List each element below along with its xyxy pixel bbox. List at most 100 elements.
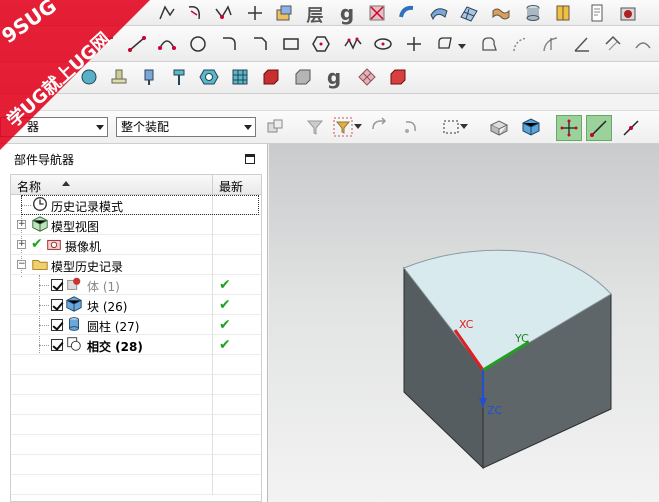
empty-row xyxy=(11,395,261,415)
arc-3pt-icon[interactable] xyxy=(156,33,178,55)
pattern-curve-icon[interactable] xyxy=(478,33,500,55)
rectangle-icon[interactable] xyxy=(280,33,302,55)
red-box-icon[interactable] xyxy=(387,66,409,88)
chevron-down-icon xyxy=(96,125,104,130)
point-icon[interactable] xyxy=(403,33,425,55)
curve-on-face-icon[interactable] xyxy=(184,2,206,24)
visibility-checkbox[interactable] xyxy=(51,319,63,331)
g-glyph-row3-icon[interactable]: g xyxy=(323,65,345,89)
book-face-icon[interactable] xyxy=(552,2,574,24)
folder-icon xyxy=(31,255,49,273)
grid-solid-icon[interactable] xyxy=(229,66,251,88)
intersect-icon xyxy=(65,335,83,353)
join-curve-icon[interactable] xyxy=(632,33,654,55)
collapse-minus-icon[interactable]: − xyxy=(17,260,26,269)
tree-row-cylinder[interactable]: 圆柱 (27) ✔ xyxy=(11,315,261,335)
dropdown-arrow-icon[interactable] xyxy=(458,42,466,50)
tree-row-model-history[interactable]: − 模型历史记录 xyxy=(11,255,261,275)
point-plus-icon[interactable] xyxy=(244,2,266,24)
assembly-scope-select[interactable]: 整个装配 xyxy=(116,117,256,137)
latest-check-icon: ✔ xyxy=(219,297,231,313)
z-axis-label: ZC xyxy=(487,404,503,417)
trim-curve-icon[interactable] xyxy=(540,33,562,55)
snap-points-toggle[interactable] xyxy=(556,115,582,141)
camera-icon xyxy=(45,235,63,253)
tree-row-body[interactable]: 体 (1) ✔ xyxy=(11,275,261,295)
maximize-icon[interactable] xyxy=(245,154,255,164)
shaded-box-icon[interactable] xyxy=(617,2,639,24)
column-latest[interactable]: 最新 xyxy=(219,178,243,195)
expand-plus-icon[interactable]: + xyxy=(17,240,26,249)
polyline-icon[interactable] xyxy=(212,2,234,24)
layer-glyph-icon[interactable]: 层 xyxy=(304,2,326,26)
visibility-checkbox[interactable] xyxy=(51,339,63,351)
sort-up-icon[interactable] xyxy=(62,181,70,186)
dropdown-arrow-icon[interactable] xyxy=(354,122,362,130)
column-name[interactable]: 名称 xyxy=(17,178,41,195)
wave-surface-icon[interactable] xyxy=(490,2,512,24)
chamfer-icon[interactable] xyxy=(249,33,271,55)
filter-funnel-gray-icon[interactable] xyxy=(304,116,326,138)
pattern-face-icon[interactable] xyxy=(356,66,378,88)
snap-endpoint-toggle[interactable] xyxy=(586,115,612,141)
visibility-checkbox[interactable] xyxy=(51,279,63,291)
snap-midpoint-toggle[interactable] xyxy=(618,115,644,141)
sketch-curve-icon[interactable] xyxy=(156,2,178,24)
sweep-icon[interactable] xyxy=(396,2,418,24)
ribbon-icon[interactable] xyxy=(428,2,450,24)
filter-funnel-icon[interactable] xyxy=(332,116,354,138)
cylinder-surface-icon[interactable] xyxy=(522,2,544,24)
model-view-svg[interactable]: XC YC ZC xyxy=(269,144,659,502)
studio-spline-icon[interactable] xyxy=(342,33,364,55)
document-icon[interactable] xyxy=(586,2,608,24)
dropdown-arrow-icon[interactable] xyxy=(460,122,468,130)
snap-arrow-icon[interactable] xyxy=(400,116,422,138)
navigator-header: 名称 最新 xyxy=(11,175,261,195)
tree-label: 模型视图 xyxy=(51,220,100,234)
shaded-face-icon[interactable] xyxy=(78,66,100,88)
ellipse-icon[interactable] xyxy=(372,33,394,55)
toolbar-row-1: 层 g xyxy=(0,0,659,26)
gray-solid-icon[interactable] xyxy=(292,66,314,88)
latest-check-icon: ✔ xyxy=(219,317,231,333)
pin-icon[interactable] xyxy=(168,66,190,88)
nut-icon[interactable] xyxy=(198,66,220,88)
angle-icon[interactable] xyxy=(571,33,593,55)
stand-icon[interactable] xyxy=(108,66,130,88)
mesh-surface-icon[interactable] xyxy=(458,2,480,24)
empty-row xyxy=(11,375,261,395)
circle-icon[interactable] xyxy=(187,33,209,55)
clip-icon[interactable] xyxy=(138,66,160,88)
datum-plane-icon[interactable] xyxy=(273,2,295,24)
line-icon[interactable] xyxy=(126,33,148,55)
chevron-down-icon xyxy=(244,125,252,130)
curve-length-icon[interactable] xyxy=(510,33,532,55)
select-face-icon[interactable] xyxy=(488,116,510,138)
arc-curve-icon[interactable] xyxy=(96,33,118,55)
rect-select-icon[interactable] xyxy=(440,116,462,138)
checkmark-icon: ✔ xyxy=(31,236,43,252)
red-solid-icon[interactable] xyxy=(260,66,282,88)
tree-row-camera[interactable]: + ✔ 摄像机 xyxy=(11,235,261,255)
rotate-arrow-icon[interactable] xyxy=(368,116,390,138)
offset-curve-icon[interactable] xyxy=(434,33,456,55)
visibility-checkbox[interactable] xyxy=(51,299,63,311)
tree-row-model-views[interactable]: + 模型视图 xyxy=(11,215,261,235)
tree-row-block[interactable]: 块 (26) ✔ xyxy=(11,295,261,315)
select-body-icon[interactable] xyxy=(520,116,542,138)
x-scale-icon[interactable] xyxy=(366,2,388,24)
expand-plus-icon[interactable]: + xyxy=(17,220,26,229)
polygon-icon[interactable] xyxy=(310,33,332,55)
fillet-icon[interactable] xyxy=(218,33,240,55)
graphics-viewport[interactable]: XC YC ZC xyxy=(269,144,659,502)
assembly-filter-icon[interactable] xyxy=(264,116,286,138)
project-curve-icon[interactable] xyxy=(602,33,624,55)
empty-row xyxy=(11,355,261,375)
y-axis-label: YC xyxy=(514,332,529,345)
g-glyph-icon[interactable]: g xyxy=(336,1,358,25)
type-filter-select[interactable]: 器 xyxy=(0,117,108,137)
tree-row-intersect[interactable]: 相交 (28) ✔ xyxy=(11,335,261,355)
body-icon xyxy=(65,275,83,293)
model-views-icon xyxy=(31,215,49,233)
empty-row xyxy=(11,435,261,455)
